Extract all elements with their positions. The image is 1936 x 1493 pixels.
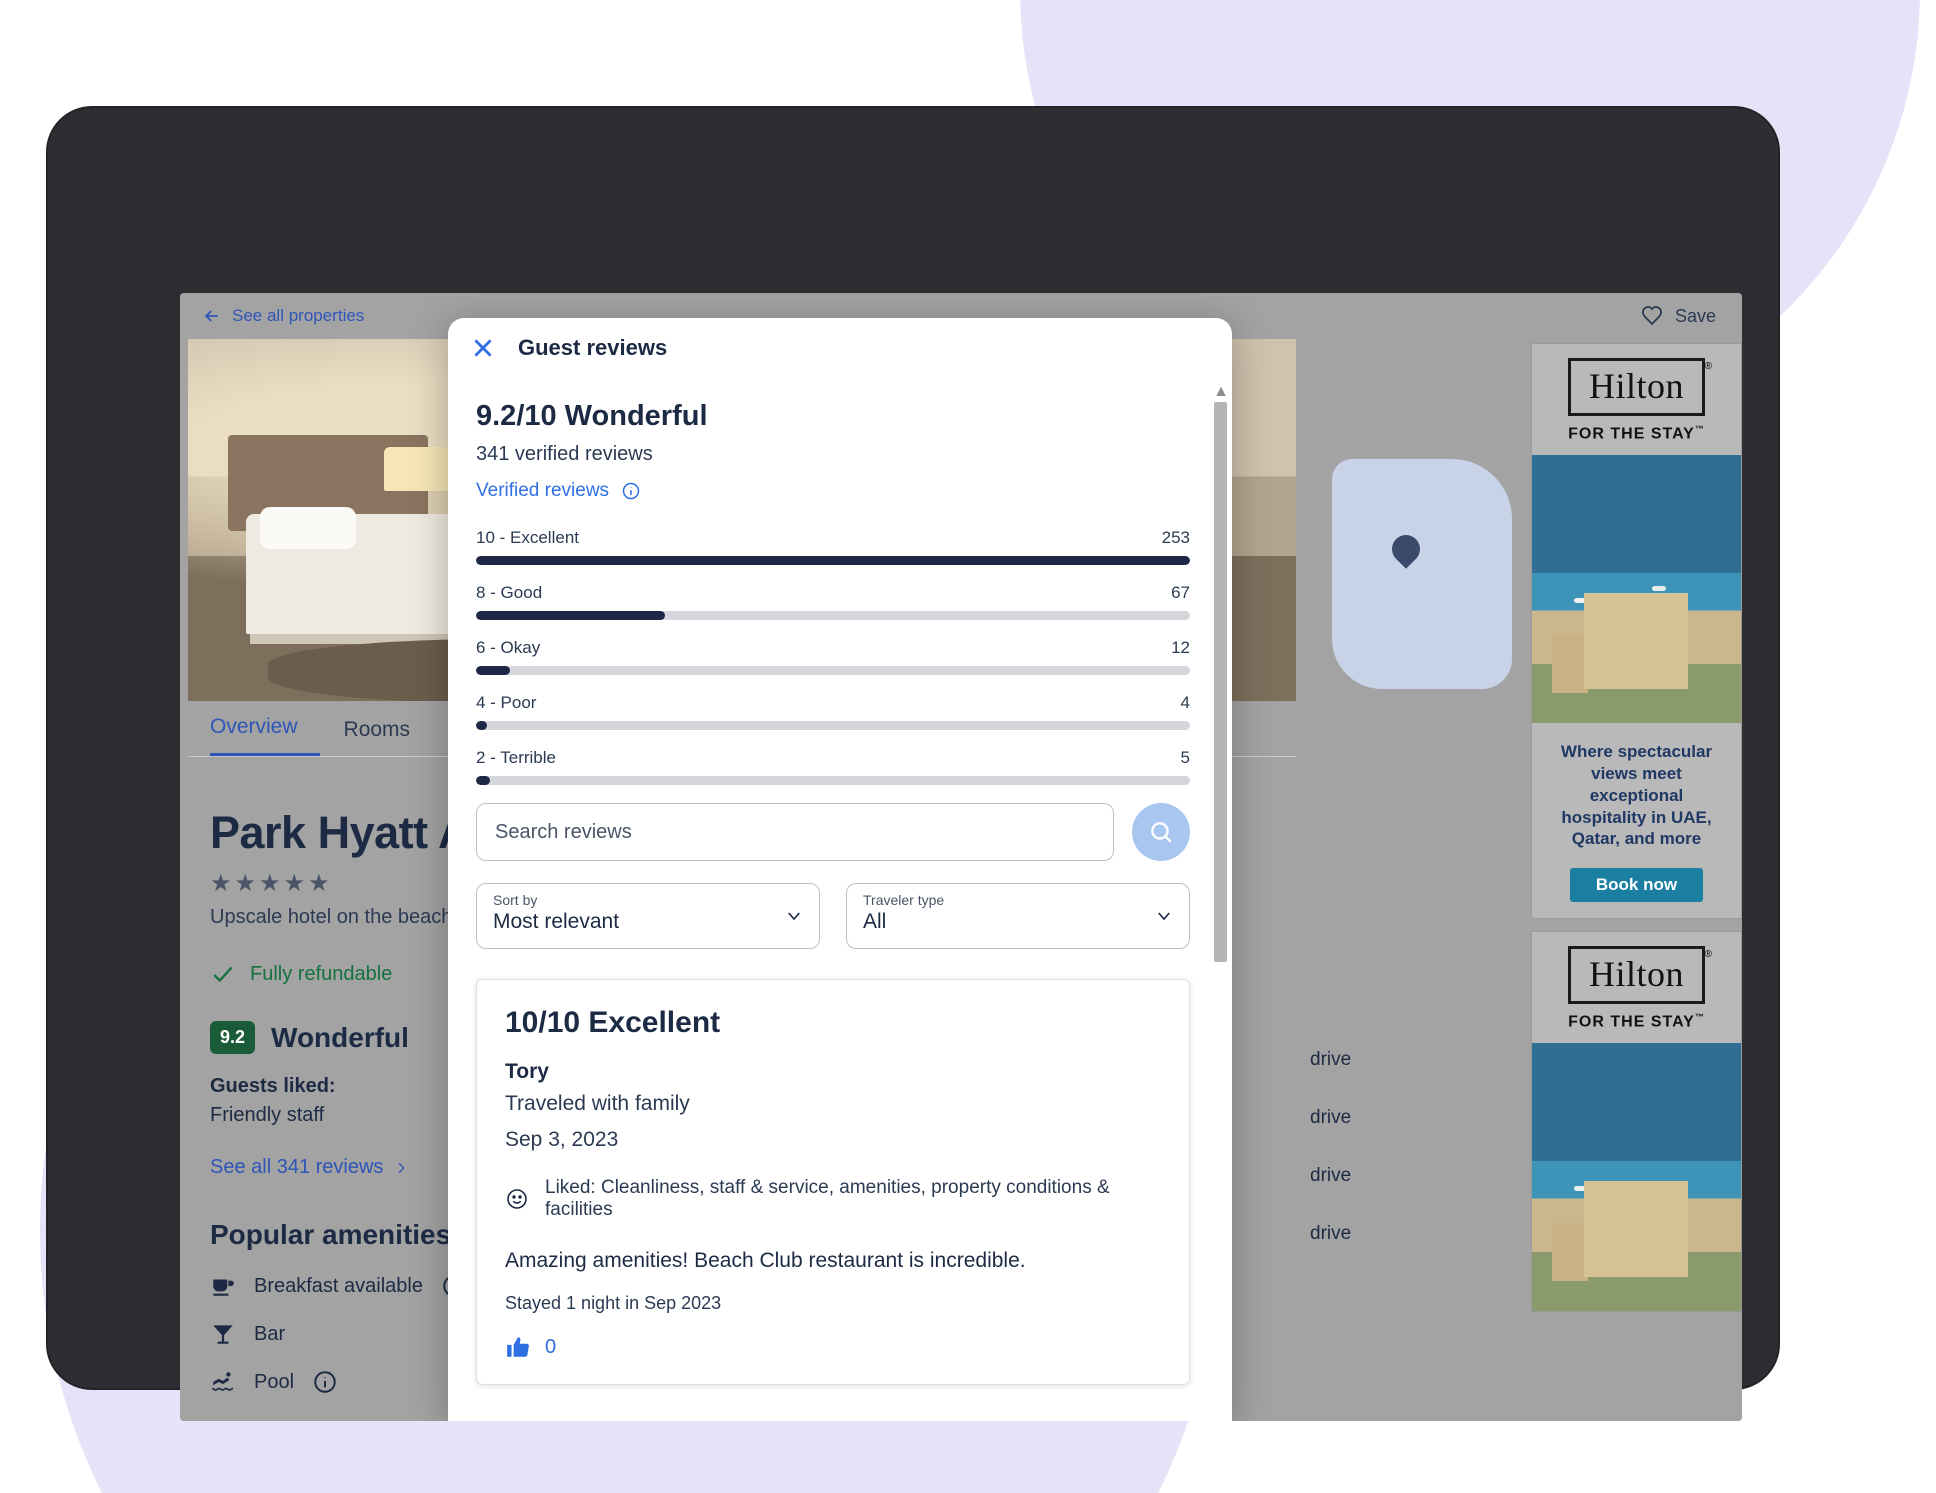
rating-bar-label: 2 - Terrible 5 bbox=[476, 748, 1190, 768]
scrollbar-thumb[interactable] bbox=[1214, 402, 1227, 962]
traveler-type-select[interactable]: Traveler type All bbox=[846, 883, 1190, 949]
info-icon[interactable] bbox=[621, 481, 641, 501]
rating-bar-fill bbox=[476, 611, 666, 620]
rating-bar-row: 6 - Okay 12 bbox=[476, 638, 1190, 675]
rating-bar-category: 2 - Terrible bbox=[476, 748, 556, 767]
rating-bar-fill bbox=[476, 666, 510, 675]
rating-bar-row: 2 - Terrible 5 bbox=[476, 748, 1190, 785]
review-liked-text: Liked: Cleanliness, staff & service, ame… bbox=[545, 1177, 1110, 1220]
review-card: 10/10 Excellent Tory Traveled with famil… bbox=[476, 979, 1190, 1385]
modal-title: Guest reviews bbox=[518, 335, 668, 360]
rating-bar-value: 253 bbox=[1161, 528, 1190, 547]
review-author: Tory bbox=[505, 1060, 549, 1083]
review-search-row bbox=[476, 803, 1190, 861]
search-submit-button[interactable] bbox=[1132, 803, 1190, 861]
modal-overlay: Guest reviews 9.2/10 Wonderful 341 verif… bbox=[180, 293, 1742, 1421]
rating-bar-track bbox=[476, 721, 1190, 730]
rating-bar-track bbox=[476, 776, 1190, 785]
rating-bar-label: 10 - Excellent 253 bbox=[476, 528, 1190, 548]
verified-review-count: 341 verified reviews bbox=[476, 443, 653, 465]
smiley-face-icon bbox=[507, 1189, 527, 1209]
chevron-down-icon bbox=[1158, 912, 1170, 921]
traveler-type-value: All bbox=[863, 910, 887, 933]
rating-bar-label: 4 - Poor 4 bbox=[476, 693, 1190, 713]
review-stay-info: Stayed 1 night in Sep 2023 bbox=[505, 1293, 722, 1313]
rating-bar-category: 4 - Poor bbox=[476, 693, 537, 712]
rating-bar-track bbox=[476, 556, 1190, 565]
traveler-type-label: Traveler type bbox=[863, 892, 945, 908]
rating-bar-fill bbox=[476, 556, 1190, 565]
rating-bar-row: 4 - Poor 4 bbox=[476, 693, 1190, 730]
verified-reviews-link[interactable]: Verified reviews bbox=[476, 480, 1190, 502]
rating-bar-value: 12 bbox=[1171, 638, 1190, 657]
sort-by-select[interactable]: Sort by Most relevant bbox=[476, 883, 820, 949]
rating-bar-category: 6 - Okay bbox=[476, 638, 541, 657]
review-date: Sep 3, 2023 bbox=[505, 1127, 619, 1151]
screenshot-root: See all properties Save Overview Rooms P… bbox=[0, 0, 1936, 1493]
scroll-up-arrow-icon[interactable]: ▲ bbox=[1213, 383, 1229, 400]
review-body: Amazing amenities! Beach Club restaurant… bbox=[505, 1249, 1026, 1272]
review-trip-type: Traveled with family bbox=[505, 1092, 690, 1115]
modal-scrollbar[interactable]: ▲ bbox=[1213, 383, 1229, 1421]
sort-by-value: Most relevant bbox=[493, 910, 620, 933]
search-input[interactable] bbox=[476, 803, 1114, 861]
review-helpful-count: 0 bbox=[545, 1335, 557, 1358]
review-helpful-row[interactable]: 0 bbox=[505, 1334, 1161, 1360]
rating-bar-value: 5 bbox=[1180, 748, 1190, 767]
rating-bar-track bbox=[476, 666, 1190, 675]
rating-bar-value: 4 bbox=[1180, 693, 1190, 712]
tablet-bezel: See all properties Save Overview Rooms P… bbox=[48, 108, 1778, 1421]
rating-distribution-chart: 10 - Excellent 253 8 - Good 67 6 - Okay … bbox=[476, 528, 1190, 785]
guest-reviews-modal: Guest reviews 9.2/10 Wonderful 341 verif… bbox=[448, 318, 1232, 1421]
tablet-screen: See all properties Save Overview Rooms P… bbox=[180, 293, 1742, 1421]
rating-bar-label: 8 - Good 67 bbox=[476, 583, 1190, 603]
rating-bar-row: 8 - Good 67 bbox=[476, 583, 1190, 620]
rating-bar-label: 6 - Okay 12 bbox=[476, 638, 1190, 658]
modal-body: 9.2/10 Wonderful 341 verified reviews Ve… bbox=[448, 378, 1232, 1421]
search-icon bbox=[1151, 822, 1172, 843]
review-score: 10/10 Excellent bbox=[505, 1006, 721, 1039]
verified-reviews-label: Verified reviews bbox=[476, 480, 610, 501]
chevron-down-icon bbox=[788, 912, 800, 921]
rating-bar-category: 10 - Excellent bbox=[476, 528, 579, 547]
rating-bar-value: 67 bbox=[1171, 583, 1190, 602]
overall-rating-headline: 9.2/10 Wonderful bbox=[476, 400, 708, 432]
rating-bar-fill bbox=[476, 721, 488, 730]
modal-header: Guest reviews bbox=[448, 318, 1232, 378]
thumbs-up-icon[interactable] bbox=[505, 1334, 531, 1360]
rating-bar-category: 8 - Good bbox=[476, 583, 543, 602]
rating-bar-row: 10 - Excellent 253 bbox=[476, 528, 1190, 565]
rating-bar-track bbox=[476, 611, 1190, 620]
review-liked-row: Liked: Cleanliness, staff & service, ame… bbox=[505, 1177, 1161, 1221]
close-icon[interactable] bbox=[470, 335, 496, 361]
rating-bar-fill bbox=[476, 776, 491, 785]
modal-scroll-area: 9.2/10 Wonderful 341 verified reviews Ve… bbox=[448, 378, 1214, 1421]
review-filters-row: Sort by Most relevant Traveler type All bbox=[476, 883, 1190, 949]
sort-by-label: Sort by bbox=[493, 892, 538, 908]
